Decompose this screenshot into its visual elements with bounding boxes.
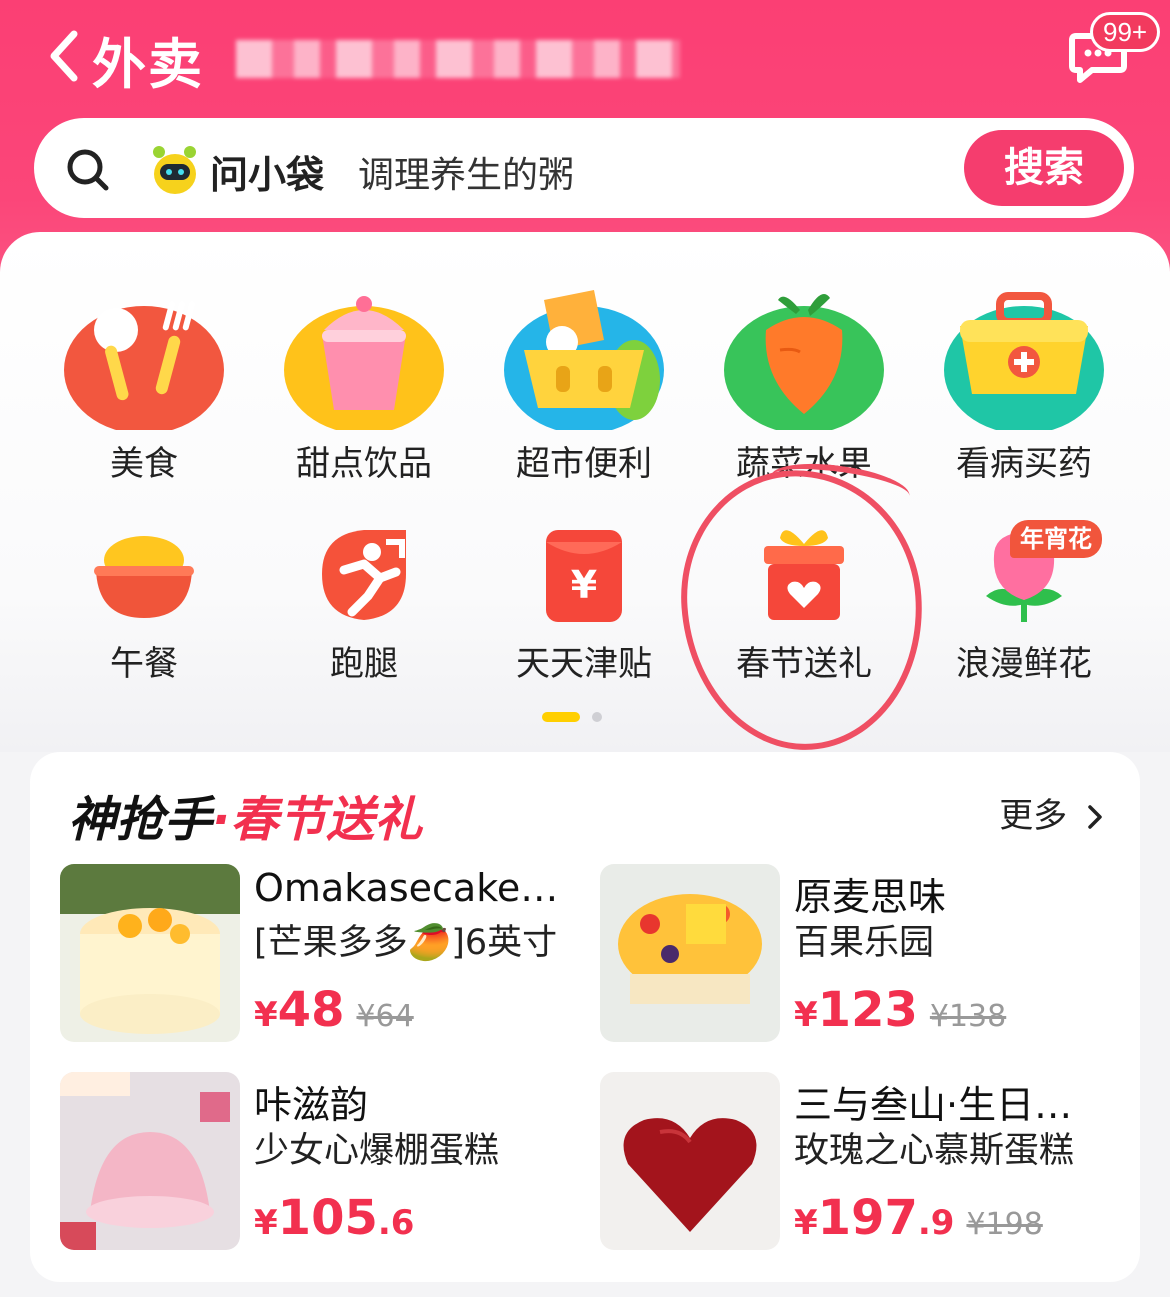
page-indicator [542,710,622,724]
page-title: 外卖 [92,33,204,96]
search-icon [67,149,109,191]
product-subtitle: 玫瑰之心慕斯蛋糕 [794,1131,1075,1171]
original-price: ¥198 [966,1207,1043,1242]
chevron-left-icon [50,30,78,82]
top-bar: 外卖 99+ [0,0,1170,110]
search-bar[interactable]: 问小袋 调理养生的粥 搜索 [34,118,1134,218]
category-dessert-drinks[interactable]: 甜点饮品 [264,290,464,485]
category-label: 超市便利 [516,444,652,484]
product-price: ¥48 ¥64 [254,982,414,1038]
category-supermarket[interactable]: 超市便利 [484,290,684,485]
product-item[interactable]: 原麦思味 百果乐园 ¥123 ¥138 [600,864,1120,1044]
red-envelope-icon: ¥ [546,530,622,622]
section-title-highlight: 春节送礼 [230,792,423,848]
fork-spoon-icon [64,301,224,434]
back-button[interactable] [44,26,84,86]
product-image [60,864,240,1042]
category-label: 浪漫鲜花 [956,644,1092,684]
product-price: ¥197.9 ¥198 [794,1190,1043,1246]
mascot-icon [153,146,196,194]
category-errand[interactable]: 跑腿 [264,520,464,685]
deals-card: 神抢手·春节送礼 更多 Omakasecake… [芒果多多🥭]6英寸 ¥48 ¥… [30,752,1140,1282]
original-price: ¥138 [929,999,1007,1034]
carrot-icon [724,294,884,434]
section-title-prefix: 神抢手 [68,792,213,848]
assistant-brand: 问小袋 [210,153,325,197]
category-daily-subsidy[interactable]: ¥ 天天津贴 [484,520,684,685]
category-medicine[interactable]: 看病买药 [924,290,1124,485]
category-label: 午餐 [110,644,178,684]
product-subtitle: 百果乐园 [794,923,935,963]
product-name: 三与叁山·生日… [794,1083,1073,1127]
product-image [600,864,780,1042]
product-price: ¥105.6 [254,1190,415,1246]
product-image [60,1072,240,1250]
product-item[interactable]: Omakasecake… [芒果多多🥭]6英寸 ¥48 ¥64 [60,864,580,1044]
chevron-right-icon [1088,805,1102,829]
category-label: 跑腿 [330,644,398,684]
section-title-separator: · [212,792,231,848]
runner-icon [322,530,406,620]
product-image [600,1072,780,1250]
category-food[interactable]: 美食 [44,290,244,485]
product-name: 咔滋韵 [254,1083,369,1127]
ice-cream-cup-icon [284,296,444,434]
original-price: ¥64 [356,999,414,1034]
rice-bowl-icon [94,536,194,618]
section-title: 神抢手·春节送礼 [68,780,422,850]
page-dot [592,712,602,722]
more-link[interactable]: 更多 [999,788,1104,837]
message-count-badge: 99+ [1090,12,1161,52]
blurred-address [236,40,680,78]
category-label: 天天津贴 [516,644,652,684]
search-placeholder[interactable]: 调理养生的粥 [358,146,574,198]
medical-kit-icon [944,292,1104,434]
category-vegetables-fruit[interactable]: 蔬菜水果 [704,290,904,485]
category-label: 看病买药 [956,444,1092,484]
category-lunch[interactable]: 午餐 [44,520,244,685]
svg-text:¥: ¥ [571,563,597,607]
category-label: 甜点饮品 [296,444,432,484]
product-subtitle: 少女心爆棚蛋糕 [254,1131,500,1171]
product-item[interactable]: 咔滋韵 少女心爆棚蛋糕 ¥105.6 [60,1072,580,1252]
product-name: Omakasecake… [254,866,559,910]
category-label: 美食 [110,444,178,484]
product-name: 原麦思味 [794,875,947,919]
product-item[interactable]: 三与叁山·生日… 玫瑰之心慕斯蛋糕 ¥197.9 ¥198 [600,1072,1120,1252]
shopping-basket-icon [504,290,664,434]
new-year-flower-tag: 年宵花 [1010,520,1102,558]
product-price: ¥123 ¥138 [794,982,1007,1038]
product-subtitle: [芒果多多🥭]6英寸 [254,923,558,963]
more-label: 更多 [999,796,1068,836]
search-button[interactable]: 搜索 [964,130,1124,206]
page-dot-active [542,712,580,722]
